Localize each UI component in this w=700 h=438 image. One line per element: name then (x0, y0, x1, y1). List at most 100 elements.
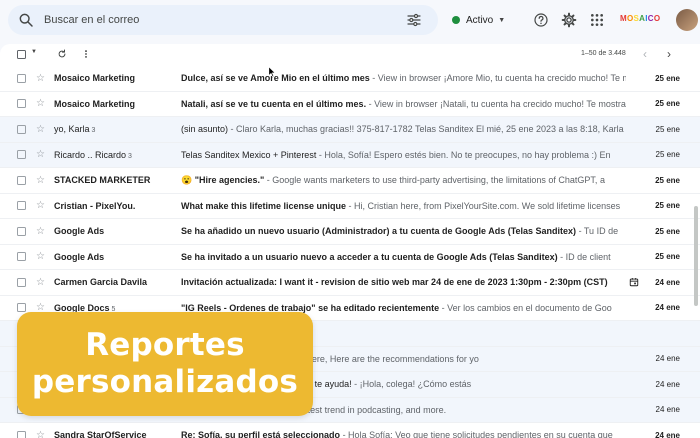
previous-page-icon[interactable]: ‹ (643, 47, 647, 61)
search-options-icon[interactable] (406, 12, 422, 28)
email-date: 25 ene (655, 73, 680, 83)
star-icon[interactable]: ☆ (36, 226, 45, 237)
star-icon[interactable]: ☆ (36, 124, 45, 135)
sender-name: Ricardo .. Ricardo (54, 149, 127, 160)
email-row[interactable]: ☆ Google Ads Se ha añadido un nuevo usuari… (0, 219, 700, 245)
subject-emoji: 😮 (181, 174, 193, 185)
calendar-icon[interactable] (629, 277, 639, 287)
email-row[interactable]: ☆ Cristian - PixelYou. What make this life… (0, 194, 700, 219)
sender-name: Mosaico Marketing (54, 98, 136, 109)
row-checkbox[interactable] (17, 73, 26, 83)
email-sender: Ricardo .. Ricardo 3 (54, 150, 172, 160)
email-sender: Cristian - PixelYou. (54, 201, 172, 211)
email-snippet: - View in browser ¡Amore Mio, tu cuenta … (372, 73, 626, 84)
row-checkbox[interactable] (17, 430, 26, 438)
apps-grid-icon[interactable] (589, 12, 605, 28)
mail-toolbar: ▼ 1–50 de 3.448 ‹ › (0, 44, 700, 66)
star-icon[interactable]: ☆ (36, 149, 45, 160)
sender-name: Google Ads (54, 251, 105, 262)
email-sender: Google Ads (54, 226, 172, 236)
star-icon[interactable]: ☆ (36, 175, 45, 186)
help-icon[interactable] (533, 12, 549, 28)
row-checkbox[interactable] (17, 175, 26, 185)
email-content: Dulce, así se ve Amore Mio en el último … (181, 73, 626, 83)
email-date: 24 ene (655, 277, 680, 287)
next-page-icon[interactable]: › (667, 47, 671, 61)
search-input[interactable] (44, 14, 374, 26)
email-row[interactable]: ☆ Mosaico Marketing Natali, así se ve tu c… (0, 92, 700, 117)
status-label: Activo (466, 14, 494, 26)
email-row[interactable]: ☆ Ricardo .. Ricardo 3 Telas Sanditex Mexic… (0, 142, 700, 168)
email-date: 24 ene (655, 405, 680, 415)
email-snippet: - Hi there, Here are the recommendations… (285, 353, 479, 364)
email-sender: yo, Karla 3 (54, 124, 172, 134)
logo-letter: M (620, 14, 627, 23)
email-content: Invitación actualizada: I want it - revi… (181, 277, 626, 287)
sender-name: Google Ads (54, 226, 105, 237)
row-checkbox[interactable] (17, 150, 26, 160)
email-snippet: - Hola, Sofía! Espero estés bien. No te … (316, 149, 611, 160)
email-content: What make this lifetime license unique -… (181, 201, 626, 211)
email-sender: STACKED MARKETER (54, 175, 172, 185)
star-icon[interactable]: ☆ (36, 73, 45, 84)
email-content: Se ha añadido un nuevo usuario (Administ… (181, 226, 626, 236)
search-icon[interactable] (18, 12, 34, 28)
star-icon[interactable]: ☆ (36, 200, 45, 211)
status-selector[interactable]: Activo ▼ (452, 9, 505, 31)
more-options-icon[interactable] (81, 49, 91, 59)
email-row[interactable]: ☆ Google Ads Se ha invitado a un usuario n… (0, 245, 700, 270)
email-snippet: - Claro Karla, muchas gracias!! 375-817-… (228, 124, 624, 135)
email-snippet: - Ver los cambios en el documento de Goo (439, 302, 612, 313)
email-subject: Invitación actualizada: I want it - revi… (181, 277, 608, 288)
email-date: 24 ene (655, 354, 680, 364)
row-checkbox[interactable] (17, 99, 26, 109)
email-date: 24 ene (655, 430, 680, 438)
email-content: Natali, así se ve tu cuenta en el último… (181, 99, 626, 109)
select-all-checkbox[interactable] (17, 50, 26, 59)
row-checkbox[interactable] (17, 303, 26, 313)
email-content: Telas Sanditex Mexico + Pinterest - Hola… (181, 150, 626, 160)
email-subject: Se ha añadido un nuevo usuario (Administ… (181, 226, 577, 237)
email-subject: Natali, así se ve tu cuenta en el último… (181, 98, 367, 109)
email-row[interactable]: ☆ STACKED MARKETER 😮 "Hire agencies." - Go… (0, 168, 700, 194)
email-row[interactable]: ☆ yo, Karla 3 (sin asunto) - Claro Karla, m… (0, 117, 700, 143)
star-icon[interactable]: ☆ (36, 251, 45, 262)
sender-name: STACKED MARKETER (54, 175, 151, 186)
email-row[interactable]: ☆ Mosaico Marketing Dulce, así se ve Amore… (0, 66, 700, 92)
email-row[interactable]: ☆ Carmen Garcia Davila Invitación actualiz… (0, 270, 700, 296)
thread-count: 3 (91, 127, 96, 135)
settings-gear-icon[interactable] (561, 12, 577, 28)
email-snippet: - View in browser ¡Natali, tu cuenta ha … (366, 98, 626, 109)
sender-name: Sandra StarOfService (54, 430, 147, 438)
sender-name: Mosaico Marketing (54, 73, 136, 84)
row-checkbox[interactable] (17, 201, 26, 211)
promo-line-1: Reportes (85, 327, 245, 363)
promo-card: Reportes personalizados (17, 312, 313, 416)
search-bar[interactable] (8, 5, 438, 35)
email-date: 25 ene (655, 124, 680, 134)
email-snippet: - Hi, Cristian here, from PixelYourSite.… (346, 200, 621, 211)
email-row[interactable]: ☆ Sandra StarOfService Re: Sofía, su perfi… (0, 423, 700, 438)
email-snippet: - ¡Hola, colega! ¿Cómo estás (351, 379, 472, 390)
sender-name: Carmen Garcia Davila (54, 277, 148, 288)
sender-name: Cristian - PixelYou. (54, 200, 136, 211)
refresh-icon[interactable] (57, 49, 67, 59)
top-bar: Activo ▼ MOSAICO (0, 0, 700, 40)
email-content: Re: Sofía, su perfil está seleccionado -… (181, 430, 626, 438)
chevron-down-icon: ▼ (498, 16, 506, 24)
status-dot (452, 16, 460, 24)
row-checkbox[interactable] (17, 277, 26, 287)
row-checkbox[interactable] (17, 226, 26, 236)
star-icon[interactable]: ☆ (36, 98, 45, 109)
star-icon[interactable]: ☆ (36, 430, 45, 438)
email-date: 25 ene (655, 201, 680, 211)
email-date: 25 ene (655, 99, 680, 109)
row-checkbox[interactable] (17, 124, 26, 134)
row-checkbox[interactable] (17, 252, 26, 262)
account-avatar[interactable] (676, 9, 698, 31)
star-icon[interactable]: ☆ (36, 277, 45, 288)
email-sender: Mosaico Marketing (54, 99, 172, 109)
list-scrollbar[interactable] (694, 206, 698, 306)
email-date: 24 ene (655, 303, 680, 313)
select-dropdown-icon[interactable]: ▼ (31, 49, 37, 55)
